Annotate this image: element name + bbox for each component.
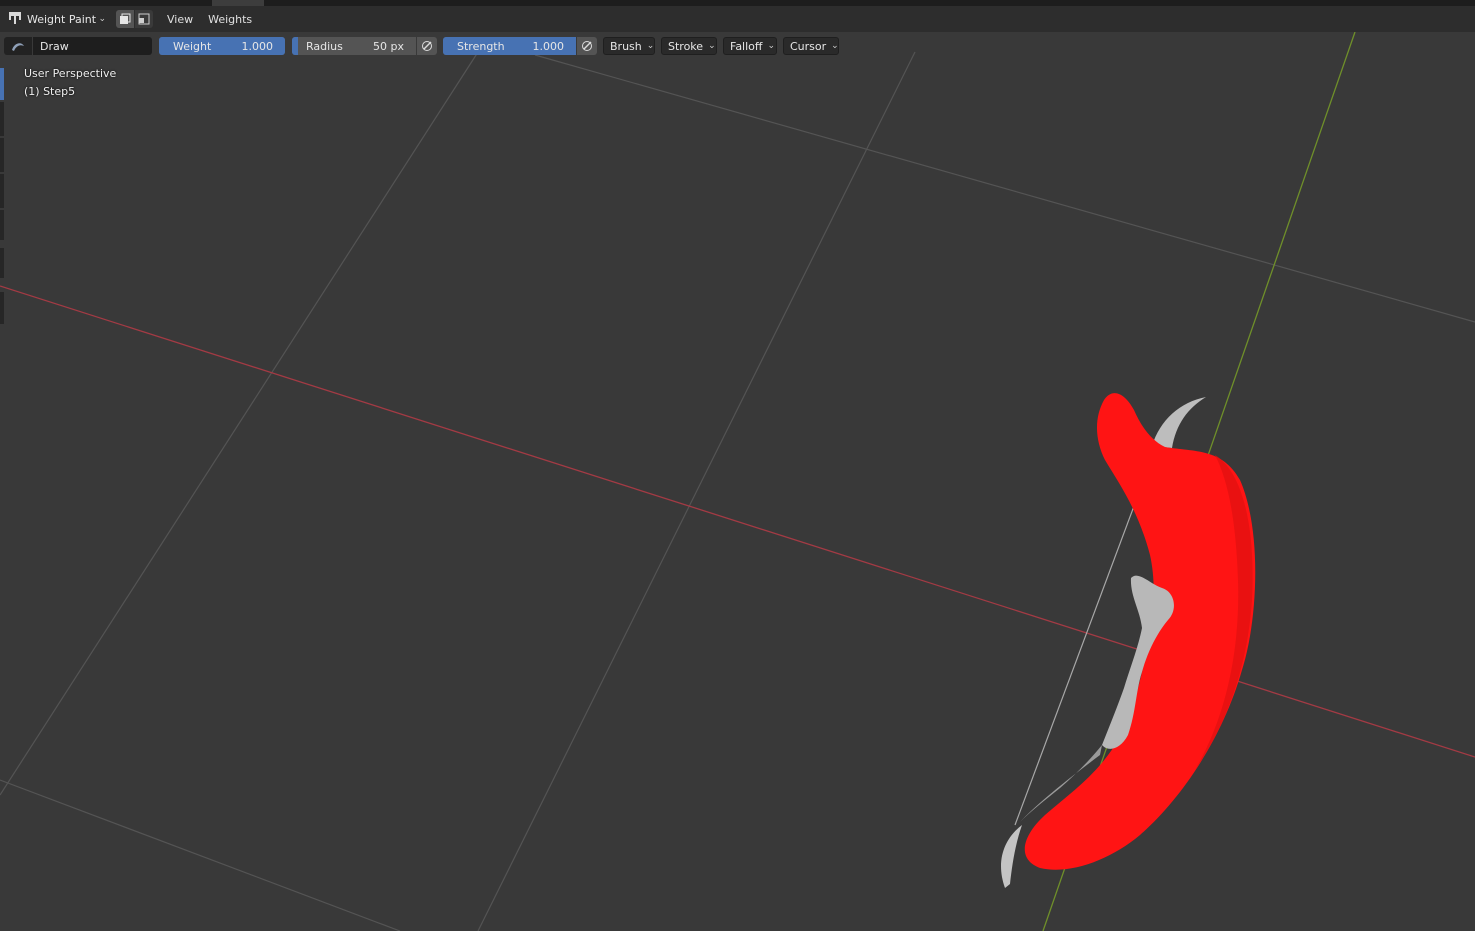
cursor-dropdown-label: Cursor	[790, 39, 827, 53]
pressure-icon	[582, 41, 592, 51]
tool-sample-tab[interactable]	[0, 210, 4, 240]
chevron-down-icon: ⌄	[767, 41, 776, 51]
brush-name: Draw	[40, 39, 69, 53]
menu-weights[interactable]: Weights	[208, 13, 252, 26]
radius-label: Radius	[306, 39, 343, 53]
radius-pressure-toggle[interactable]	[417, 37, 437, 55]
tool-average-tab[interactable]	[0, 138, 4, 172]
radius-slider[interactable]: Radius 50 px	[292, 37, 416, 55]
chevron-down-icon: ⌄	[831, 41, 839, 51]
upper-horn	[1152, 397, 1206, 448]
radius-value: 50 px	[373, 39, 404, 53]
weight-value: 1.000	[241, 39, 274, 53]
viewport-3d[interactable]	[0, 0, 1475, 931]
strength-value: 1.000	[532, 39, 565, 53]
chevron-down-icon: ⌄	[98, 14, 106, 24]
brush-thumbnail-icon	[12, 43, 24, 51]
brush-dropdown[interactable]: Brush ⌄	[603, 37, 655, 55]
lower-horn	[1001, 825, 1022, 888]
brush-name-field[interactable]: Draw	[33, 37, 152, 55]
brush-dropdown-label: Brush	[610, 39, 642, 53]
vertex-mask-toggle[interactable]	[135, 10, 153, 28]
stroke-dropdown[interactable]: Stroke ⌄	[661, 37, 717, 55]
brush-thumbnail[interactable]	[4, 37, 32, 55]
falloff-dropdown-label: Falloff	[730, 39, 763, 53]
weight-label: Weight	[173, 39, 212, 53]
stroke-dropdown-label: Stroke	[668, 39, 704, 53]
menu-view[interactable]: View	[167, 13, 193, 26]
object-label: (1) Step5	[24, 85, 76, 98]
chevron-down-icon: ⌄	[708, 41, 716, 51]
mode-label: Weight Paint	[27, 12, 97, 26]
viewport-header: Weight Paint ⌄ View Weights	[0, 6, 1475, 32]
perspective-label: User Perspective	[24, 67, 117, 80]
tool-draw-tab[interactable]	[0, 68, 4, 100]
falloff-dropdown[interactable]: Falloff ⌄	[723, 37, 777, 55]
floor-grid	[0, 51, 1475, 931]
vertex-mask-icon	[138, 13, 150, 25]
cursor-dropdown[interactable]: Cursor ⌄	[783, 37, 839, 55]
radius-fill	[292, 37, 298, 55]
pressure-icon	[422, 41, 432, 51]
tool-blur-tab[interactable]	[0, 102, 4, 136]
chevron-down-icon: ⌄	[646, 41, 655, 51]
tool-annotate-tab[interactable]	[0, 292, 4, 324]
face-mask-icon	[120, 13, 131, 24]
mask-toggles	[116, 10, 153, 28]
face-mask-toggle[interactable]	[116, 10, 134, 28]
tool-settings-bar: Draw Weight 1.000 Radius 50 px Strength …	[0, 34, 1475, 58]
tool-gradient-tab[interactable]	[0, 248, 4, 278]
weight-paint-mode-icon	[8, 11, 22, 28]
strength-label: Strength	[457, 39, 505, 53]
tool-smear-tab[interactable]	[0, 174, 4, 208]
strength-slider[interactable]: Strength 1.000	[443, 37, 576, 55]
mode-selector[interactable]: Weight Paint ⌄	[4, 9, 110, 29]
weight-slider[interactable]: Weight 1.000	[159, 37, 285, 55]
x-axis-line	[0, 285, 1475, 758]
strength-pressure-toggle[interactable]	[577, 37, 597, 55]
